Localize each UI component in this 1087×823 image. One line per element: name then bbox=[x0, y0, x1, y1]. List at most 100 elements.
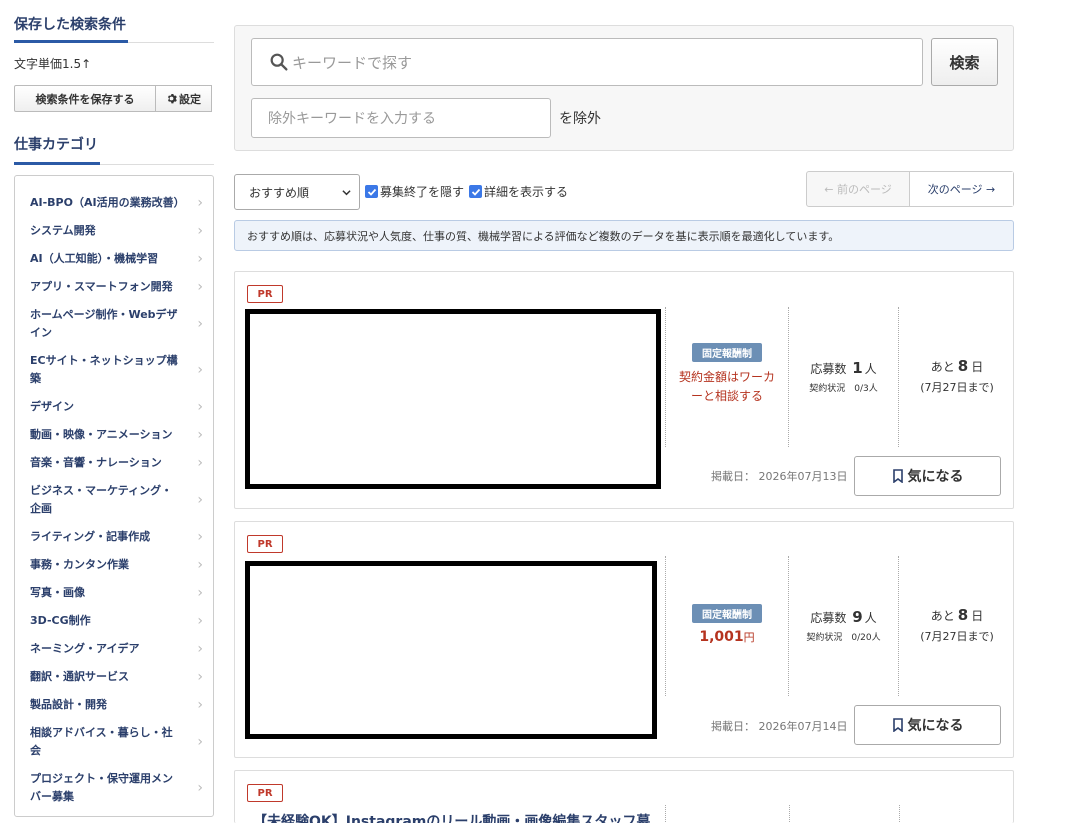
search-icon bbox=[270, 53, 288, 71]
heading-underline bbox=[14, 162, 100, 165]
sidebar-category-item[interactable]: ビジネス・マーケティング・企画 › bbox=[15, 482, 213, 518]
sidebar-category-item[interactable]: 音楽・音響・ナレーション › bbox=[15, 454, 213, 472]
apply-prefix: 応募数 bbox=[810, 611, 847, 625]
apply-number: 1 bbox=[852, 359, 863, 377]
pay-type-badge: 固定報酬制 bbox=[692, 343, 762, 362]
job-card[interactable]: PR 固定報酬制 1,001円 応募数 9人 契約状況 0/20人 あと 8 日 (… bbox=[234, 521, 1014, 758]
apply-column: 応募数 9人 契約状況 0/20人 bbox=[789, 556, 899, 696]
category-label: ECサイト・ネットショップ構築 bbox=[30, 354, 178, 385]
search-panel: キーワードで探す 検索 除外キーワードを入力する を除外 bbox=[234, 25, 1014, 151]
sidebar-category-item[interactable]: プロジェクト・保守運用メンバー募集 › bbox=[15, 770, 213, 806]
sort-notice: おすすめ順は、応募状況や人気度、仕事の質、機械学習による評価など複数のデータを基… bbox=[234, 220, 1014, 251]
category-label: システム開発 bbox=[30, 224, 96, 237]
hide-closed-checkbox[interactable]: 募集終了を隠す bbox=[365, 183, 464, 200]
checkbox-checked-icon[interactable] bbox=[365, 185, 378, 198]
pay-type-badge: 固定報酬制 bbox=[692, 604, 762, 623]
settings-button[interactable]: 設定 bbox=[156, 85, 212, 112]
chevron-right-icon: › bbox=[197, 492, 203, 508]
pager: ← 前のページ 次のページ → bbox=[806, 171, 1014, 207]
favorite-button[interactable]: 気になる bbox=[854, 705, 1001, 745]
sidebar-category-item[interactable]: ECサイト・ネットショップ構築 › bbox=[15, 352, 213, 388]
saved-search-heading: 保存した検索条件 bbox=[14, 0, 214, 43]
category-label: デザイン bbox=[30, 400, 74, 413]
column-divider bbox=[789, 805, 790, 823]
sidebar-category-item[interactable]: アプリ・スマートフォン開発 › bbox=[15, 278, 213, 296]
bookmark-icon bbox=[892, 718, 903, 732]
favorite-label: 気になる bbox=[907, 718, 964, 734]
chevron-right-icon: › bbox=[197, 780, 203, 796]
show-details-checkbox[interactable]: 詳細を表示する bbox=[469, 183, 568, 200]
saved-condition-text[interactable]: 文字単価1.5↑ bbox=[14, 55, 214, 72]
sidebar-category-item[interactable]: AI（人工知能）・機械学習 › bbox=[15, 250, 213, 268]
category-label: 製品設計・開発 bbox=[30, 698, 107, 711]
deadline-column: あと 8 日 (7月27日まで) bbox=[899, 307, 1015, 447]
category-label: 音楽・音響・ナレーション bbox=[30, 456, 162, 469]
deadline-date: (7月27日まで) bbox=[920, 630, 994, 643]
redacted-job-content bbox=[245, 309, 661, 489]
apply-suffix: 人 bbox=[864, 611, 877, 625]
sidebar-category-item[interactable]: ネーミング・アイデア › bbox=[15, 640, 213, 658]
saved-search-heading-text: 保存した検索条件 bbox=[14, 17, 126, 33]
save-condition-button[interactable]: 検索条件を保存する bbox=[14, 85, 156, 112]
category-label: AI-BPO（AI活用の業務改善） bbox=[30, 196, 185, 209]
sidebar-category-item[interactable]: 相談アドバイス・暮らし・社会 › bbox=[15, 724, 213, 760]
search-button[interactable]: 検索 bbox=[931, 38, 998, 86]
sidebar-category-item[interactable]: 翻訳・通訳サービス › bbox=[15, 668, 213, 686]
sort-select[interactable]: おすすめ順 bbox=[234, 174, 360, 210]
sidebar-category-item[interactable]: ライティング・記事作成 › bbox=[15, 528, 213, 546]
job-card[interactable]: PR 固定報酬制 契約金額はワーカ ーと相談する 応募数 1人 契約状況 0/3… bbox=[234, 271, 1014, 509]
category-label: AI（人工知能）・機械学習 bbox=[30, 252, 159, 265]
price-unit: 円 bbox=[743, 631, 755, 644]
sidebar-category-item[interactable]: 写真・画像 › bbox=[15, 584, 213, 602]
chevron-right-icon: › bbox=[197, 279, 203, 295]
price-note-line-1: 契約金額はワーカ bbox=[678, 370, 775, 384]
posted-date: 掲載日： 2026年07月14日 bbox=[711, 720, 848, 733]
price-amount: 1,001円 bbox=[666, 629, 788, 645]
deadline-date: (7月27日まで) bbox=[920, 381, 994, 394]
category-label: ホームページ制作・Webデザイン bbox=[30, 308, 178, 339]
price-value: 1,001 bbox=[699, 629, 744, 645]
pr-badge: PR bbox=[247, 535, 283, 553]
prev-page-button[interactable]: ← 前のページ bbox=[807, 172, 910, 206]
sidebar-category-item[interactable]: システム開発 › bbox=[15, 222, 213, 240]
sidebar-category-item[interactable]: 3D-CG制作 › bbox=[15, 612, 213, 630]
category-heading-text: 仕事カテゴリ bbox=[14, 137, 98, 153]
apply-prefix: 応募数 bbox=[810, 362, 847, 376]
hide-closed-label: 募集終了を隠す bbox=[380, 185, 465, 199]
keyword-input[interactable]: キーワードで探す bbox=[251, 38, 923, 86]
chevron-right-icon: › bbox=[197, 734, 203, 750]
chevron-right-icon: › bbox=[197, 529, 203, 545]
sidebar-category-item[interactable]: AI-BPO（AI活用の業務改善） › bbox=[15, 194, 213, 212]
saved-buttons: 検索条件を保存する 設定 bbox=[14, 85, 214, 112]
deadline-column: あと 8 日 (7月27日まで) bbox=[899, 556, 1015, 696]
days-number: 8 bbox=[957, 357, 969, 375]
sidebar-category-item[interactable]: ホームページ制作・Webデザイン › bbox=[15, 306, 213, 342]
category-label: 翻訳・通訳サービス bbox=[30, 670, 129, 683]
days-suffix: 日 bbox=[971, 609, 984, 623]
redacted-job-content bbox=[245, 561, 657, 739]
chevron-right-icon: › bbox=[197, 697, 203, 713]
apply-suffix: 人 bbox=[864, 362, 877, 376]
job-card[interactable]: PR 【未経験OK】Instagramのリール動画・画像編集スタッフ募 bbox=[234, 770, 1014, 823]
next-page-button[interactable]: 次のページ → bbox=[910, 172, 1013, 206]
bookmark-icon bbox=[892, 469, 903, 483]
category-label: 3D-CG制作 bbox=[30, 614, 91, 627]
days-suffix: 日 bbox=[971, 360, 984, 374]
chevron-right-icon: › bbox=[197, 557, 203, 573]
sidebar-category-item[interactable]: 製品設計・開発 › bbox=[15, 696, 213, 714]
chevron-down-icon bbox=[342, 190, 351, 196]
exclude-keyword-input[interactable]: 除外キーワードを入力する bbox=[251, 98, 551, 138]
chevron-right-icon: › bbox=[197, 455, 203, 471]
column-divider bbox=[665, 805, 666, 823]
chevron-right-icon: › bbox=[197, 613, 203, 629]
category-label: プロジェクト・保守運用メンバー募集 bbox=[30, 772, 173, 803]
favorite-button[interactable]: 気になる bbox=[854, 456, 1001, 496]
chevron-right-icon: › bbox=[197, 641, 203, 657]
sidebar-category-item[interactable]: 動画・映像・アニメーション › bbox=[15, 426, 213, 444]
category-label: 相談アドバイス・暮らし・社会 bbox=[30, 726, 173, 757]
sidebar-category-item[interactable]: 事務・カンタン作業 › bbox=[15, 556, 213, 574]
sidebar-category-item[interactable]: デザイン › bbox=[15, 398, 213, 416]
checkbox-checked-icon[interactable] bbox=[469, 185, 482, 198]
job-title[interactable]: 【未経験OK】Instagramのリール動画・画像編集スタッフ募 bbox=[253, 811, 650, 823]
apply-count: 応募数 9人 bbox=[789, 608, 898, 626]
